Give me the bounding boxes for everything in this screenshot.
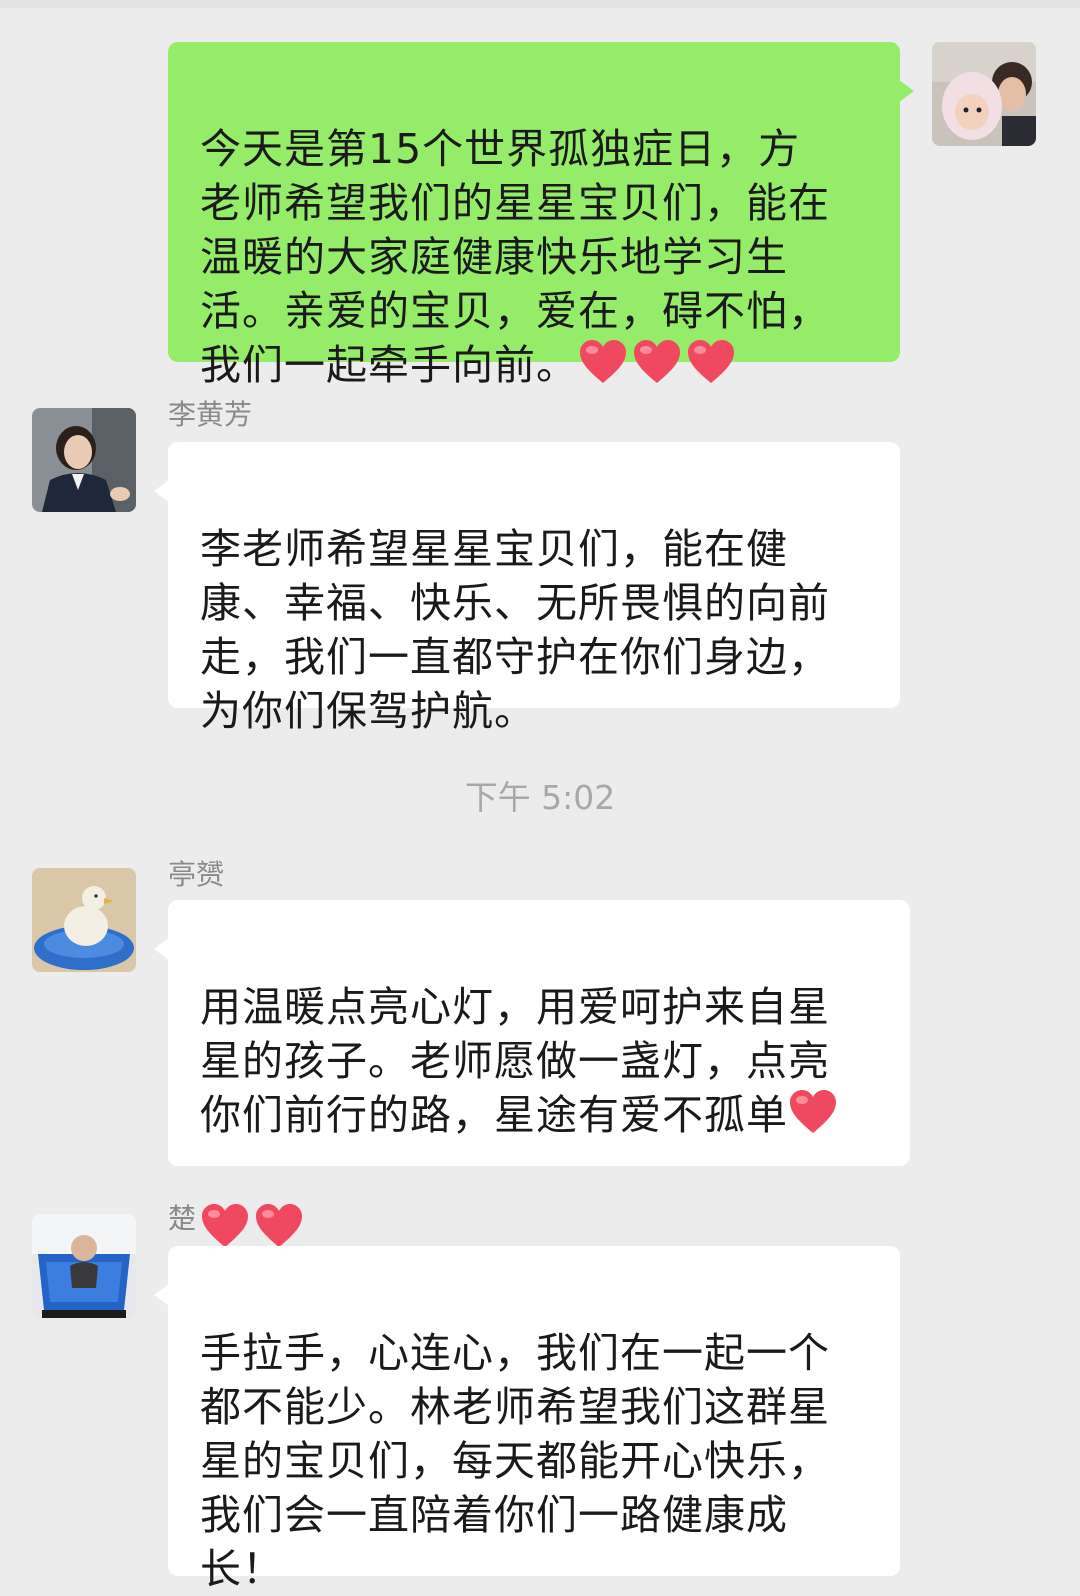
sender-name: 李黄芳 — [168, 398, 253, 431]
message-text: 手拉手，心连心，我们在一起一个 都不能少。林老师希望我们这群星 星的宝贝们，每天… — [200, 1329, 830, 1593]
message-bubble[interactable]: 李老师希望星星宝贝们，能在健 康、幸福、快乐、无所畏惧的向前 走，我们一直都守护… — [154, 442, 900, 735]
sender-name: 亭赟 — [168, 858, 225, 891]
message-bubble[interactable]: 手拉手，心连心，我们在一起一个 都不能少。林老师希望我们这群星 星的宝贝们，每天… — [154, 1246, 900, 1593]
message-text: 李老师希望星星宝贝们，能在健 康、幸福、快乐、无所畏惧的向前 走，我们一直都守护… — [200, 525, 830, 735]
heart-emoji-icon — [200, 1203, 250, 1249]
hearts-emoji-group — [578, 339, 740, 398]
message-bubble[interactable]: 用温暖点亮心灯，用爱呵护来自星 星的孩子。老师愿做一盏灯，点亮 你们前行的路，星… — [154, 900, 910, 1247]
message-text: 用温暖点亮心灯，用爱呵护来自星 星的孩子。老师愿做一盏灯，点亮 你们前行的路，星… — [200, 983, 830, 1139]
hearts-emoji-group — [788, 1089, 842, 1148]
message-bubble-self[interactable]: 今天是第15个世界孤独症日，方 老师希望我们的星星宝贝们，能在 温暖的大家庭健康… — [168, 42, 914, 389]
sender-name: 楚 — [168, 1202, 197, 1235]
heart-emoji-icon — [788, 1089, 838, 1135]
avatar-self[interactable] — [932, 42, 1036, 146]
avatar-sender[interactable] — [32, 1214, 136, 1318]
heart-emoji-icon — [254, 1203, 304, 1249]
heart-emoji-icon — [686, 339, 736, 385]
heart-emoji-icon — [578, 339, 628, 385]
top-edge — [0, 0, 1080, 8]
avatar-sender[interactable] — [32, 408, 136, 512]
heart-emoji-icon — [632, 339, 682, 385]
timestamp: 下午 5:02 — [464, 778, 616, 817]
avatar-sender[interactable] — [32, 868, 136, 972]
